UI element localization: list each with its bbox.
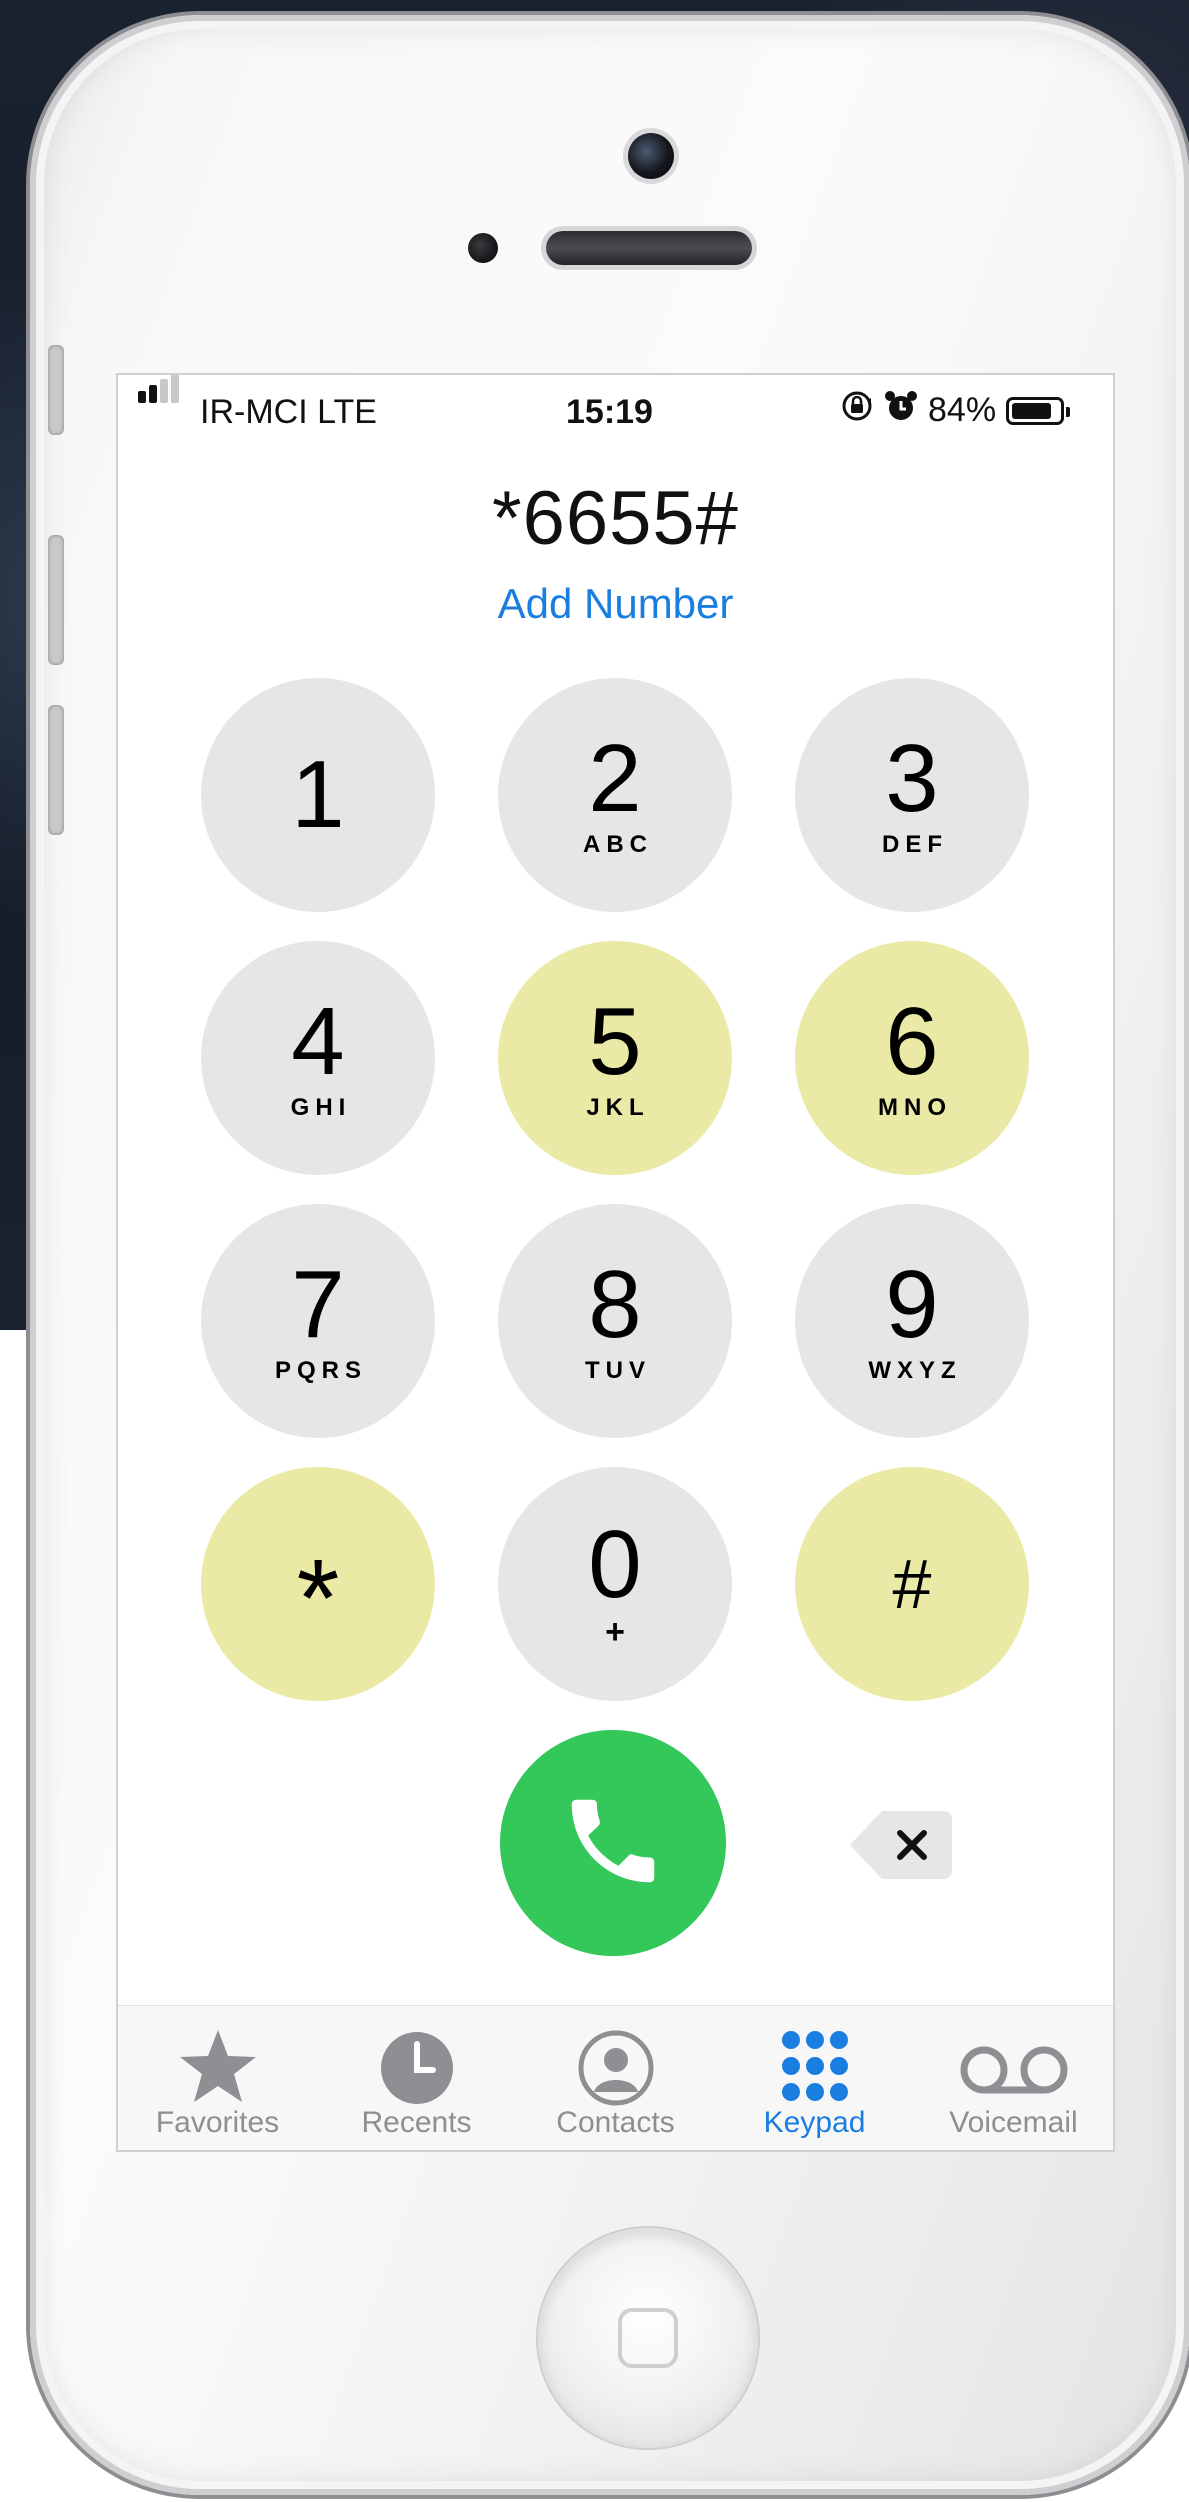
battery-percent: 84% <box>928 391 997 429</box>
mute-switch <box>48 345 64 435</box>
tab-label-recents: Recents <box>361 2106 472 2139</box>
key-letters: + <box>605 1612 631 1651</box>
front-camera <box>628 133 674 179</box>
key-digit: 4 <box>291 988 345 1095</box>
key-1[interactable]: 1 <box>201 678 435 912</box>
key-4[interactable]: 4 GHI <box>201 941 435 1175</box>
key-0[interactable]: 0 + <box>498 1467 732 1701</box>
key-letters: GHI <box>290 1094 352 1121</box>
key-letters: ABC <box>583 831 653 858</box>
voicemail-icon <box>954 2026 1074 2106</box>
tab-favorites[interactable]: Favorites <box>118 2006 317 2150</box>
key-letters: TUV <box>585 1357 651 1384</box>
rotation-lock-icon <box>840 389 874 432</box>
key-letters: MNO <box>878 1094 952 1121</box>
key-digit: 9 <box>885 1251 939 1358</box>
alarm-icon <box>884 389 918 432</box>
key-letters: JKL <box>586 1094 650 1121</box>
delete-icon <box>848 1811 954 1887</box>
status-time: 15:19 <box>566 393 653 431</box>
call-button[interactable] <box>500 1730 726 1956</box>
key-letters: WXYZ <box>868 1357 962 1384</box>
key-digit: 1 <box>291 741 345 848</box>
key-7[interactable]: 7 PQRS <box>201 1204 435 1438</box>
proximity-sensor <box>468 233 498 263</box>
home-square-icon <box>618 2308 678 2368</box>
keypad-grid-icon <box>775 2026 855 2106</box>
clock-icon <box>377 2026 457 2106</box>
volume-up-button <box>48 535 64 665</box>
tab-contacts[interactable]: Contacts <box>516 2006 715 2150</box>
key-digit: 2 <box>588 725 642 832</box>
key-digit: 7 <box>291 1251 345 1358</box>
key-6[interactable]: 6 MNO <box>795 941 1029 1175</box>
add-number-link[interactable]: Add Number <box>118 580 1113 628</box>
tab-label-voicemail: Voicemail <box>949 2106 1078 2139</box>
key-digit: 8 <box>588 1251 642 1358</box>
key-letters: DEF <box>882 831 948 858</box>
delete-button[interactable] <box>848 1807 954 1883</box>
phone-icon <box>558 1786 668 1901</box>
volume-down-button <box>48 705 64 835</box>
tab-label-contacts: Contacts <box>556 2106 675 2139</box>
tab-recents[interactable]: Recents <box>317 2006 516 2150</box>
tab-label-favorites: Favorites <box>155 2106 280 2139</box>
dialed-number: *6655# <box>492 476 739 561</box>
key-digit: * <box>296 1537 340 1660</box>
tab-voicemail[interactable]: Voicemail <box>914 2006 1113 2150</box>
key-2[interactable]: 2 ABC <box>498 678 732 912</box>
status-right-group: 84% <box>840 389 1071 432</box>
person-circle-icon <box>576 2026 656 2106</box>
status-bar: IR-MCI LTE 15:19 84% <box>118 375 1113 445</box>
phone-screen: IR-MCI LTE 15:19 84% *6655# Add Number 1… <box>118 375 1113 2150</box>
key-digit: 6 <box>885 988 939 1095</box>
key-8[interactable]: 8 TUV <box>498 1204 732 1438</box>
star-icon <box>178 2026 258 2106</box>
battery-icon <box>1006 396 1071 425</box>
key-pound[interactable]: # <box>795 1467 1029 1701</box>
home-button[interactable] <box>538 2228 758 2448</box>
key-digit: 0 <box>588 1510 642 1618</box>
tab-keypad[interactable]: Keypad <box>715 2006 914 2150</box>
earpiece-speaker <box>546 231 752 265</box>
key-digit: # <box>892 1545 932 1623</box>
carrier-label: IR-MCI LTE <box>200 393 377 431</box>
key-digit: 5 <box>588 988 642 1095</box>
tab-bar: Favorites Recents Contacts Keypad Voicem… <box>118 2005 1113 2150</box>
key-letters: PQRS <box>274 1357 367 1384</box>
key-star[interactable]: * <box>201 1467 435 1701</box>
key-9[interactable]: 9 WXYZ <box>795 1204 1029 1438</box>
tab-label-keypad: Keypad <box>763 2106 866 2139</box>
key-5[interactable]: 5 JKL <box>498 941 732 1175</box>
key-3[interactable]: 3 DEF <box>795 678 1029 912</box>
key-digit: 3 <box>885 725 939 832</box>
